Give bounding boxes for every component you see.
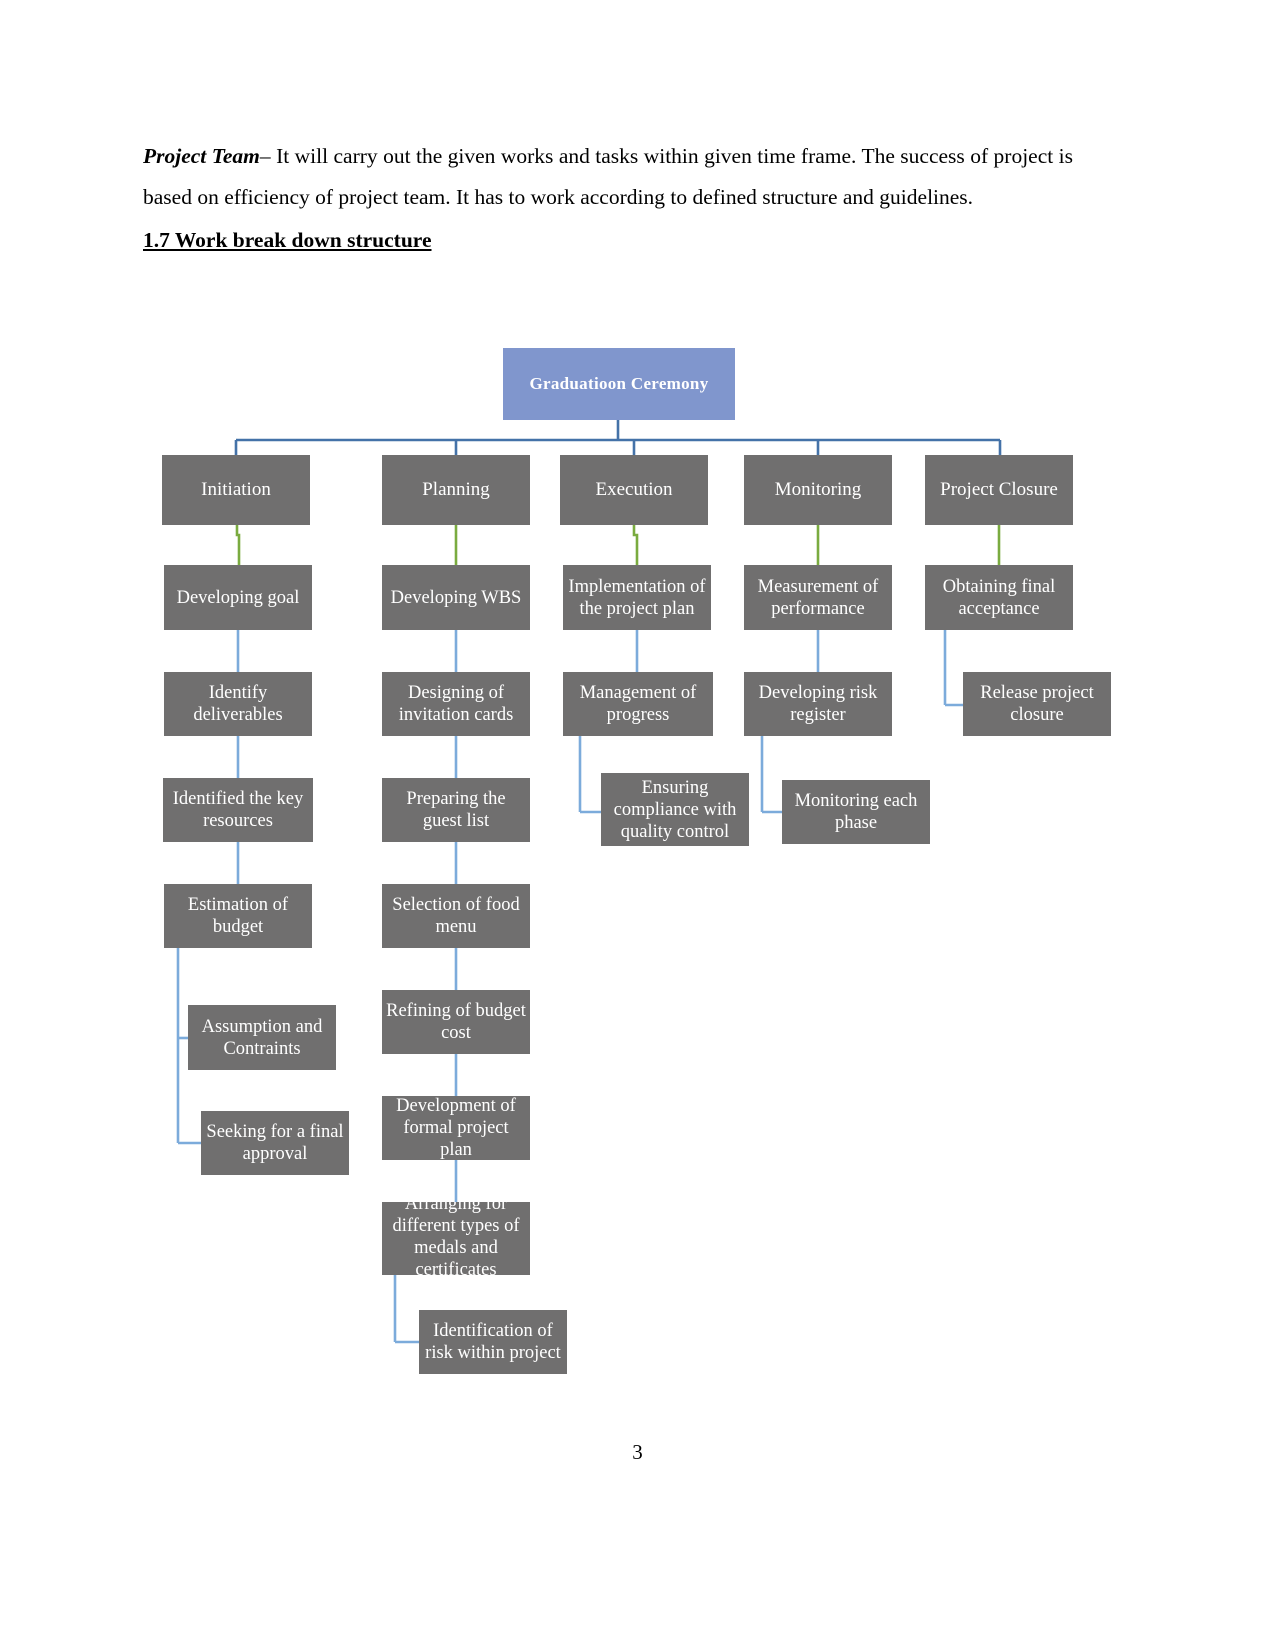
wbs-node-developing-goal-label: Developing goal (176, 587, 300, 608)
wbs-node-preparing-guest-list-label: Preparing the guest list (406, 789, 506, 831)
wbs-node-refining-budget-cost-label: Refining of budget cost (386, 1001, 526, 1043)
wbs-node-monitoring-each-phase[interactable]: Monitoring each phase (782, 780, 930, 844)
wbs-node-identification-risk-within-project-label: Identification of risk within project (425, 1321, 561, 1363)
wbs-node-monitoring-label: Monitoring (774, 479, 862, 500)
wbs-node-initiation[interactable]: Initiation (162, 455, 310, 525)
wbs-node-developing-wbs-label: Developing WBS (390, 587, 522, 608)
wbs-node-ensuring-compliance-quality-control[interactable]: Ensuring compliance with quality control (601, 773, 749, 846)
wbs-node-identified-key-resources-label: Identified the key resources (172, 789, 304, 831)
wbs-node-developing-wbs[interactable]: Developing WBS (382, 565, 530, 630)
wbs-node-developing-risk-register[interactable]: Developing risk register (744, 672, 892, 736)
page-number: 3 (632, 1440, 643, 1464)
root-connectors (234, 420, 1002, 455)
wbs-node-developing-goal[interactable]: Developing goal (164, 565, 312, 630)
wbs-node-development-formal-project-plan-label: Development of formal project plan (396, 1096, 516, 1160)
wbs-node-seeking-final-approval[interactable]: Seeking for a final approval (201, 1111, 349, 1175)
level2-to-level3-connectors (235, 525, 1001, 565)
wbs-diagram: Graduatioon Ceremony Initiation Planning… (0, 330, 1275, 1405)
wbs-node-seeking-final-approval-label: Seeking for a final approval (206, 1122, 344, 1164)
section-heading-wrapper: 1.7 Work break down structure (143, 220, 1073, 261)
wbs-node-project-closure-label: Project Closure (940, 479, 1058, 500)
wbs-node-refining-budget-cost[interactable]: Refining of budget cost (382, 990, 530, 1054)
wbs-node-root-label: Graduatioon Ceremony (529, 374, 709, 393)
wbs-node-obtaining-final-acceptance[interactable]: Obtaining final acceptance (925, 565, 1073, 630)
wbs-node-monitoring-each-phase-label: Monitoring each phase (794, 791, 918, 833)
wbs-node-implementation-project-plan[interactable]: Implementation of the project plan (563, 565, 711, 630)
wbs-node-developing-risk-register-label: Developing risk register (758, 683, 878, 725)
paragraph-body-text: – It will carry out the given works and … (143, 144, 1073, 209)
wbs-node-project-closure[interactable]: Project Closure (925, 455, 1073, 525)
wbs-node-implementation-project-plan-label: Implementation of the project plan (568, 576, 706, 619)
wbs-node-selection-of-food-menu-label: Selection of food menu (392, 895, 520, 937)
wbs-node-designing-invitation-cards[interactable]: Designing of invitation cards (382, 672, 530, 736)
wbs-node-planning-label: Planning (422, 479, 490, 500)
wbs-node-monitoring[interactable]: Monitoring (744, 455, 892, 525)
wbs-node-arranging-medals-certificates[interactable]: Arranging for different types of medals … (382, 1202, 530, 1275)
wbs-node-measurement-of-performance[interactable]: Measurement of performance (744, 565, 892, 630)
wbs-node-obtaining-final-acceptance-label: Obtaining final acceptance (942, 576, 1056, 619)
wbs-node-identify-deliverables-label: Identify deliverables (193, 683, 283, 725)
wbs-node-ensuring-compliance-quality-control-label: Ensuring compliance with quality control (613, 777, 737, 842)
document-text-block: Project Team– It will carry out the give… (143, 136, 1073, 261)
chain-connectors (176, 630, 965, 1344)
wbs-node-arranging-medals-certificates-label: Arranging for different types of medals … (392, 1202, 520, 1275)
wbs-node-initiation-label: Initiation (201, 479, 271, 500)
wbs-node-assumption-and-contraints[interactable]: Assumption and Contraints (188, 1005, 336, 1070)
wbs-node-release-project-closure[interactable]: Release project closure (963, 672, 1111, 736)
wbs-node-execution-label: Execution (595, 479, 673, 500)
wbs-node-management-of-progress[interactable]: Management of progress (563, 672, 713, 736)
wbs-node-identify-deliverables[interactable]: Identify deliverables (164, 672, 312, 736)
wbs-node-estimation-of-budget-label: Estimation of budget (187, 895, 289, 937)
wbs-node-identification-risk-within-project[interactable]: Identification of risk within project (419, 1310, 567, 1374)
wbs-node-planning[interactable]: Planning (382, 455, 530, 525)
wbs-node-execution[interactable]: Execution (560, 455, 708, 525)
wbs-node-measurement-of-performance-label: Measurement of performance (757, 576, 879, 619)
wbs-node-identified-key-resources[interactable]: Identified the key resources (163, 778, 313, 842)
wbs-node-release-project-closure-label: Release project closure (980, 683, 1094, 725)
wbs-node-development-formal-project-plan[interactable]: Development of formal project plan (382, 1096, 530, 1160)
wbs-node-assumption-and-contraints-label: Assumption and Contraints (201, 1016, 323, 1059)
wbs-node-selection-of-food-menu[interactable]: Selection of food menu (382, 884, 530, 948)
wbs-node-estimation-of-budget[interactable]: Estimation of budget (164, 884, 312, 948)
section-heading: 1.7 Work break down structure (143, 228, 432, 252)
wbs-node-management-of-progress-label: Management of progress (579, 683, 697, 725)
wbs-node-designing-invitation-cards-label: Designing of invitation cards (398, 683, 514, 725)
wbs-node-root[interactable]: Graduatioon Ceremony (503, 348, 735, 420)
paragraph-lead-term: Project Team (143, 144, 260, 168)
wbs-node-preparing-guest-list[interactable]: Preparing the guest list (382, 778, 530, 842)
paragraph-project-team: Project Team– It will carry out the give… (143, 136, 1073, 218)
